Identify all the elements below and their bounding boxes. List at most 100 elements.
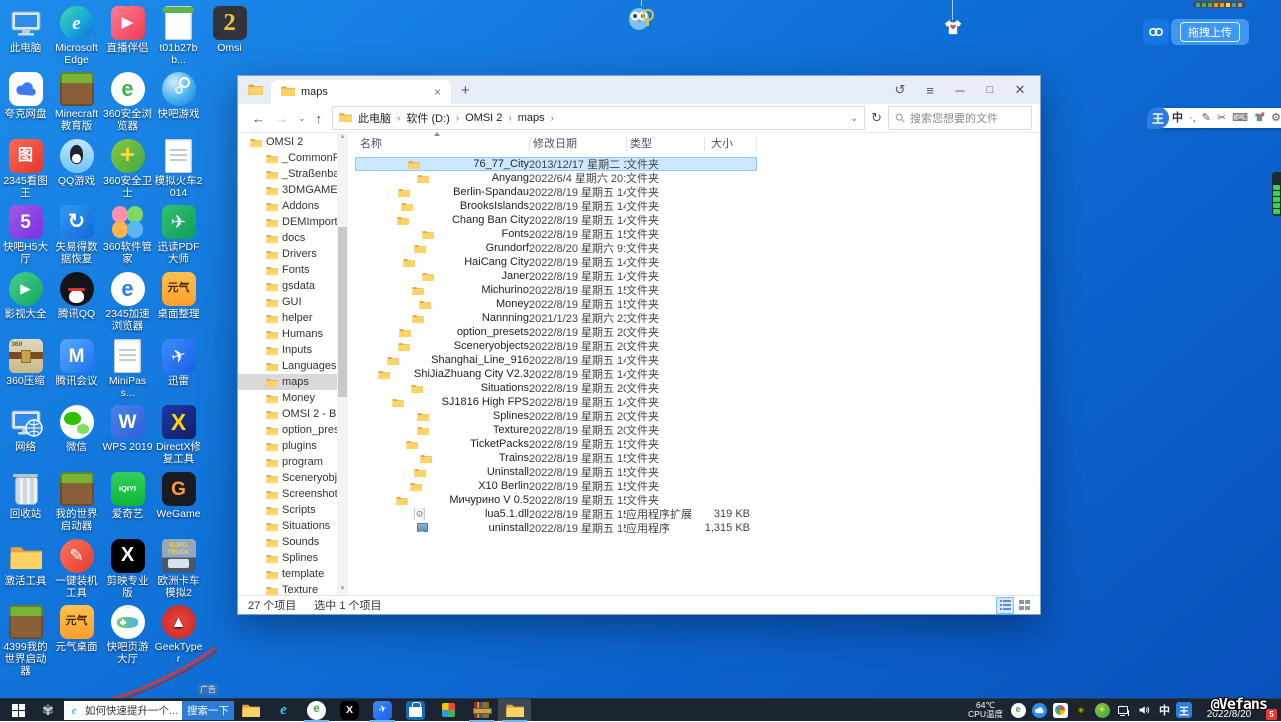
file-row[interactable]: Мичурино V 0.52022/8/19 星期五 15:...文件夹 (355, 493, 757, 507)
desktop-icon-edge[interactable]: eMicrosoft Edge (51, 6, 102, 66)
tree-item-Situations[interactable]: Situations (238, 518, 337, 534)
tree-item-OMSI 2[interactable]: OMSI 2 (238, 134, 337, 150)
tree-item-Splines[interactable]: Splines (238, 550, 337, 566)
file-row[interactable]: Anyang2022/6/4 星期六 20:31文件夹 (355, 171, 757, 185)
desktop-icon-360-software-manager[interactable]: 360软件管家 (102, 205, 153, 265)
file-row[interactable]: Michurino2022/8/19 星期五 15:...文件夹 (355, 283, 757, 297)
tree-item-OMSI 2 - B[interactable]: OMSI 2 - B (238, 406, 337, 422)
taskbar-app-folder-open[interactable] (498, 699, 531, 722)
desktop-icon-this-pc[interactable]: 此电脑 (0, 6, 51, 54)
tree-item-3DMGAME[interactable]: 3DMGAME (238, 182, 337, 198)
tray-icon-nvidia[interactable]: ◉ (1072, 701, 1090, 719)
back-button[interactable]: ← (252, 111, 265, 126)
desktop-icon-minipass[interactable]: MiniPass... (102, 339, 153, 399)
address-dropdown-icon[interactable]: ⌄ (851, 113, 859, 124)
taskbar-app-360-browser[interactable]: e (300, 699, 333, 722)
taskbar-app-archive-books[interactable] (465, 699, 498, 722)
file-row[interactable]: Shanghai_Line_9162022/8/19 星期五 14:...文件夹 (355, 353, 757, 367)
desktop-icon-pdf-reader[interactable]: ✈迅读PDF大师 (153, 205, 204, 265)
desktop-icon-video-daquan[interactable]: ▶影视大全 (0, 272, 51, 320)
tree-item-gsdata[interactable]: gsdata (238, 278, 337, 294)
desktop-icon-qq-games[interactable]: QQ游戏 (51, 139, 102, 187)
desktop-icon-wps[interactable]: WWPS 2019 (102, 405, 153, 453)
tray-icon-volume[interactable] (1135, 701, 1153, 719)
desktop-icon-kuaiba-webgames[interactable]: 快吧页游大厅 (102, 605, 153, 665)
file-row[interactable]: TicketPacks2022/8/19 星期五 15:...文件夹 (355, 437, 757, 451)
tree-item-helper[interactable]: helper (238, 310, 337, 326)
tree-item-Humans[interactable]: Humans (238, 326, 337, 342)
tray-icon-360-pinwheel[interactable] (1051, 701, 1069, 719)
desktop-icon-desktop-organizer[interactable]: 元气桌面整理 (153, 272, 204, 320)
file-row[interactable]: Texture2022/8/19 星期五 20:...文件夹 (355, 423, 757, 437)
ime-indicator[interactable]: 中 (1159, 702, 1170, 718)
tray-icon-360-safeguard[interactable]: + (1093, 701, 1111, 719)
file-row[interactable]: X10 Berlin2022/8/19 星期五 15:...文件夹 (355, 479, 757, 493)
close-button[interactable]: ✕ (1012, 82, 1028, 98)
thumbnail-view-button[interactable] (1016, 598, 1032, 613)
tree-item-Texture[interactable]: Texture (238, 582, 337, 595)
tree-scrollbar[interactable]: ▲ ▼ (337, 132, 348, 595)
tab-close-icon[interactable]: × (434, 85, 441, 99)
tree-item-_CommonR[interactable]: _CommonR (238, 150, 337, 166)
desktop-icon-2345-browser[interactable]: e2345加速浏览器 (102, 272, 153, 332)
breadcrumb-item[interactable]: OMSI 2 (463, 112, 504, 124)
desktop-icon-kuaiba-h5[interactable]: 5快吧H5大厅 (0, 205, 51, 265)
desktop-icon-network[interactable]: 网络 (0, 405, 51, 453)
desktop-icon-omsi[interactable]: 2Omsi (204, 6, 255, 54)
taskbar-app-ms-store[interactable] (399, 699, 432, 722)
tree-item-plugins[interactable]: plugins (238, 438, 337, 454)
search-input[interactable]: 搜索您想要的文件 (888, 106, 1032, 130)
tree-item-GUI[interactable]: GUI (238, 294, 337, 310)
desktop-icon-360-safeguard[interactable]: +360安全卫士 (102, 139, 153, 199)
taskbar-search-button[interactable]: 搜索一下 (182, 701, 234, 720)
column-header-0[interactable]: 名称 (360, 134, 382, 154)
breadcrumb-item[interactable]: 软件 (D:) (404, 110, 451, 126)
column-header-3[interactable]: 大小 (711, 134, 733, 154)
swirl-widget-button[interactable]: ✾ (36, 699, 60, 722)
desktop-icon-yuanqi-desktop[interactable]: 元气元气桌面 (51, 605, 102, 653)
minimize-button[interactable]: ─ (952, 83, 968, 98)
tree-item-Sounds[interactable]: Sounds (238, 534, 337, 550)
file-row[interactable]: ShiJiaZhuang City V2.32022/8/19 星期五 14:.… (355, 367, 757, 381)
undo-icon[interactable]: ↺ (892, 82, 908, 98)
breadcrumb[interactable]: 此电脑›软件 (D:)›OMSI 2›maps› ⌄ (332, 106, 865, 130)
file-row[interactable]: Nannning2021/1/23 星期六 23:...文件夹 (355, 311, 757, 325)
taskbar-app-jianying[interactable]: X (333, 699, 366, 722)
breadcrumb-item[interactable]: maps (516, 112, 547, 124)
maximize-button[interactable]: □ (982, 84, 998, 96)
desktop-icon-geektyper[interactable]: ▲GeekTyper (153, 605, 204, 665)
tree-item-Inputs[interactable]: Inputs (238, 342, 337, 358)
tree-item-option_pres[interactable]: option_pres (238, 422, 337, 438)
desktop-icon-wegame[interactable]: GWeGame (153, 472, 204, 520)
refresh-icon[interactable]: ↻ (871, 110, 882, 126)
desktop-icon-tencent-qq[interactable]: 腾讯QQ (51, 272, 102, 320)
tree-item-Languages[interactable]: Languages (238, 358, 337, 374)
breadcrumb-item[interactable]: 此电脑 (356, 110, 393, 126)
taskbar-app-explorer-folder[interactable] (234, 699, 267, 722)
column-header-2[interactable]: 类型 (630, 134, 652, 154)
taskbar-app-internet-explorer[interactable]: e (267, 699, 300, 722)
desktop-icon-onekey-install[interactable]: ✎一键装机工具 (51, 539, 102, 599)
file-row[interactable]: uninstall2022/8/19 星期五 15:...应用程序1,315 K… (355, 521, 757, 535)
clock[interactable]: 2022/8/20 (1198, 700, 1260, 720)
tree-item-maps[interactable]: maps (238, 374, 337, 390)
start-button[interactable] (0, 699, 36, 722)
tree-item-Scripts[interactable]: Scripts (238, 502, 337, 518)
tree-item-Screenshot[interactable]: Screenshot (238, 486, 337, 502)
menu-icon[interactable]: ≡ (922, 83, 938, 98)
file-row[interactable]: Janer2022/8/19 星期五 14:...文件夹 (355, 269, 757, 283)
file-row[interactable]: Situations2022/8/19 星期五 20:...文件夹 (355, 381, 757, 395)
wang-ime-icon[interactable]: 王 (1176, 702, 1192, 718)
scroll-down-icon[interactable]: ▼ (337, 584, 348, 595)
tree-item-Money[interactable]: Money (238, 390, 337, 406)
new-tab-button[interactable]: + (461, 82, 470, 99)
file-row[interactable]: Money2022/8/19 星期五 15:...文件夹 (355, 297, 757, 311)
file-row[interactable]: Berlin-Spandau2022/8/19 星期五 14:...文件夹 (355, 185, 757, 199)
desktop-icon-4399-minecraft[interactable]: 4399我的世界启动器 (0, 605, 51, 677)
desktop-icon-360-browser[interactable]: e360安全浏览器 (102, 72, 153, 132)
cpu-temp-widget[interactable]: 64℃ CPU温度 (968, 701, 1003, 720)
desktop-icon-jianying[interactable]: X剪映专业版 (102, 539, 153, 599)
tree-item-docs[interactable]: docs (238, 230, 337, 246)
desktop-icon-wechat[interactable]: 微信 (51, 405, 102, 453)
scrollbar-thumb[interactable] (338, 227, 347, 397)
